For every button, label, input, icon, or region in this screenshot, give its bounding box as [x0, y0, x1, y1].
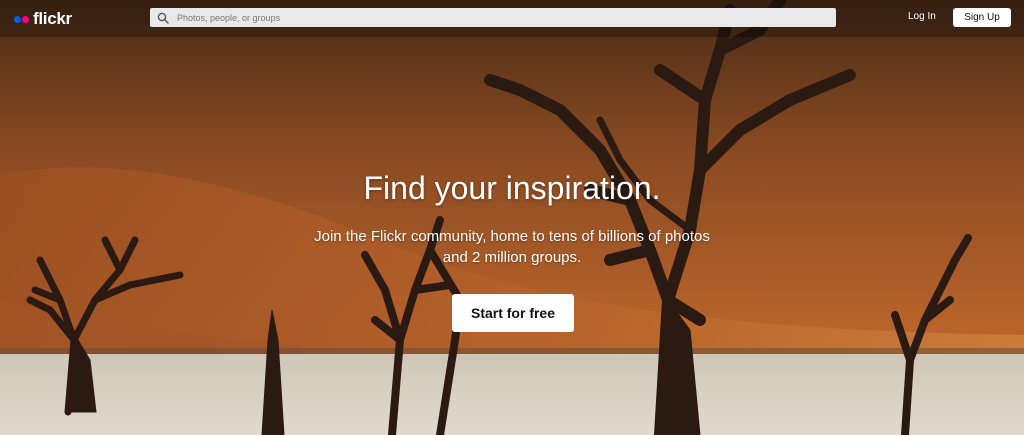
sign-up-button[interactable]: Sign Up	[953, 8, 1011, 27]
hero-subtext: Join the Flickr community, home to tens …	[314, 228, 710, 266]
search-bar[interactable]	[150, 8, 836, 27]
search-icon[interactable]	[157, 12, 169, 24]
logo-blue-dot	[14, 15, 21, 23]
hero-headline: Find your inspiration.	[363, 170, 661, 206]
hero-background	[0, 0, 1024, 435]
hero-photo	[0, 0, 1024, 435]
flickr-logo[interactable]: flickr	[14, 9, 72, 29]
top-navigation-bar: flickr Log In Sign Up	[0, 0, 1024, 37]
logo-wordmark: flickr	[33, 9, 72, 28]
log-in-link[interactable]: Log In	[908, 11, 936, 22]
logo-pink-dot	[22, 15, 29, 23]
search-input[interactable]	[175, 11, 836, 24]
start-for-free-button[interactable]: Start for free	[452, 294, 574, 332]
